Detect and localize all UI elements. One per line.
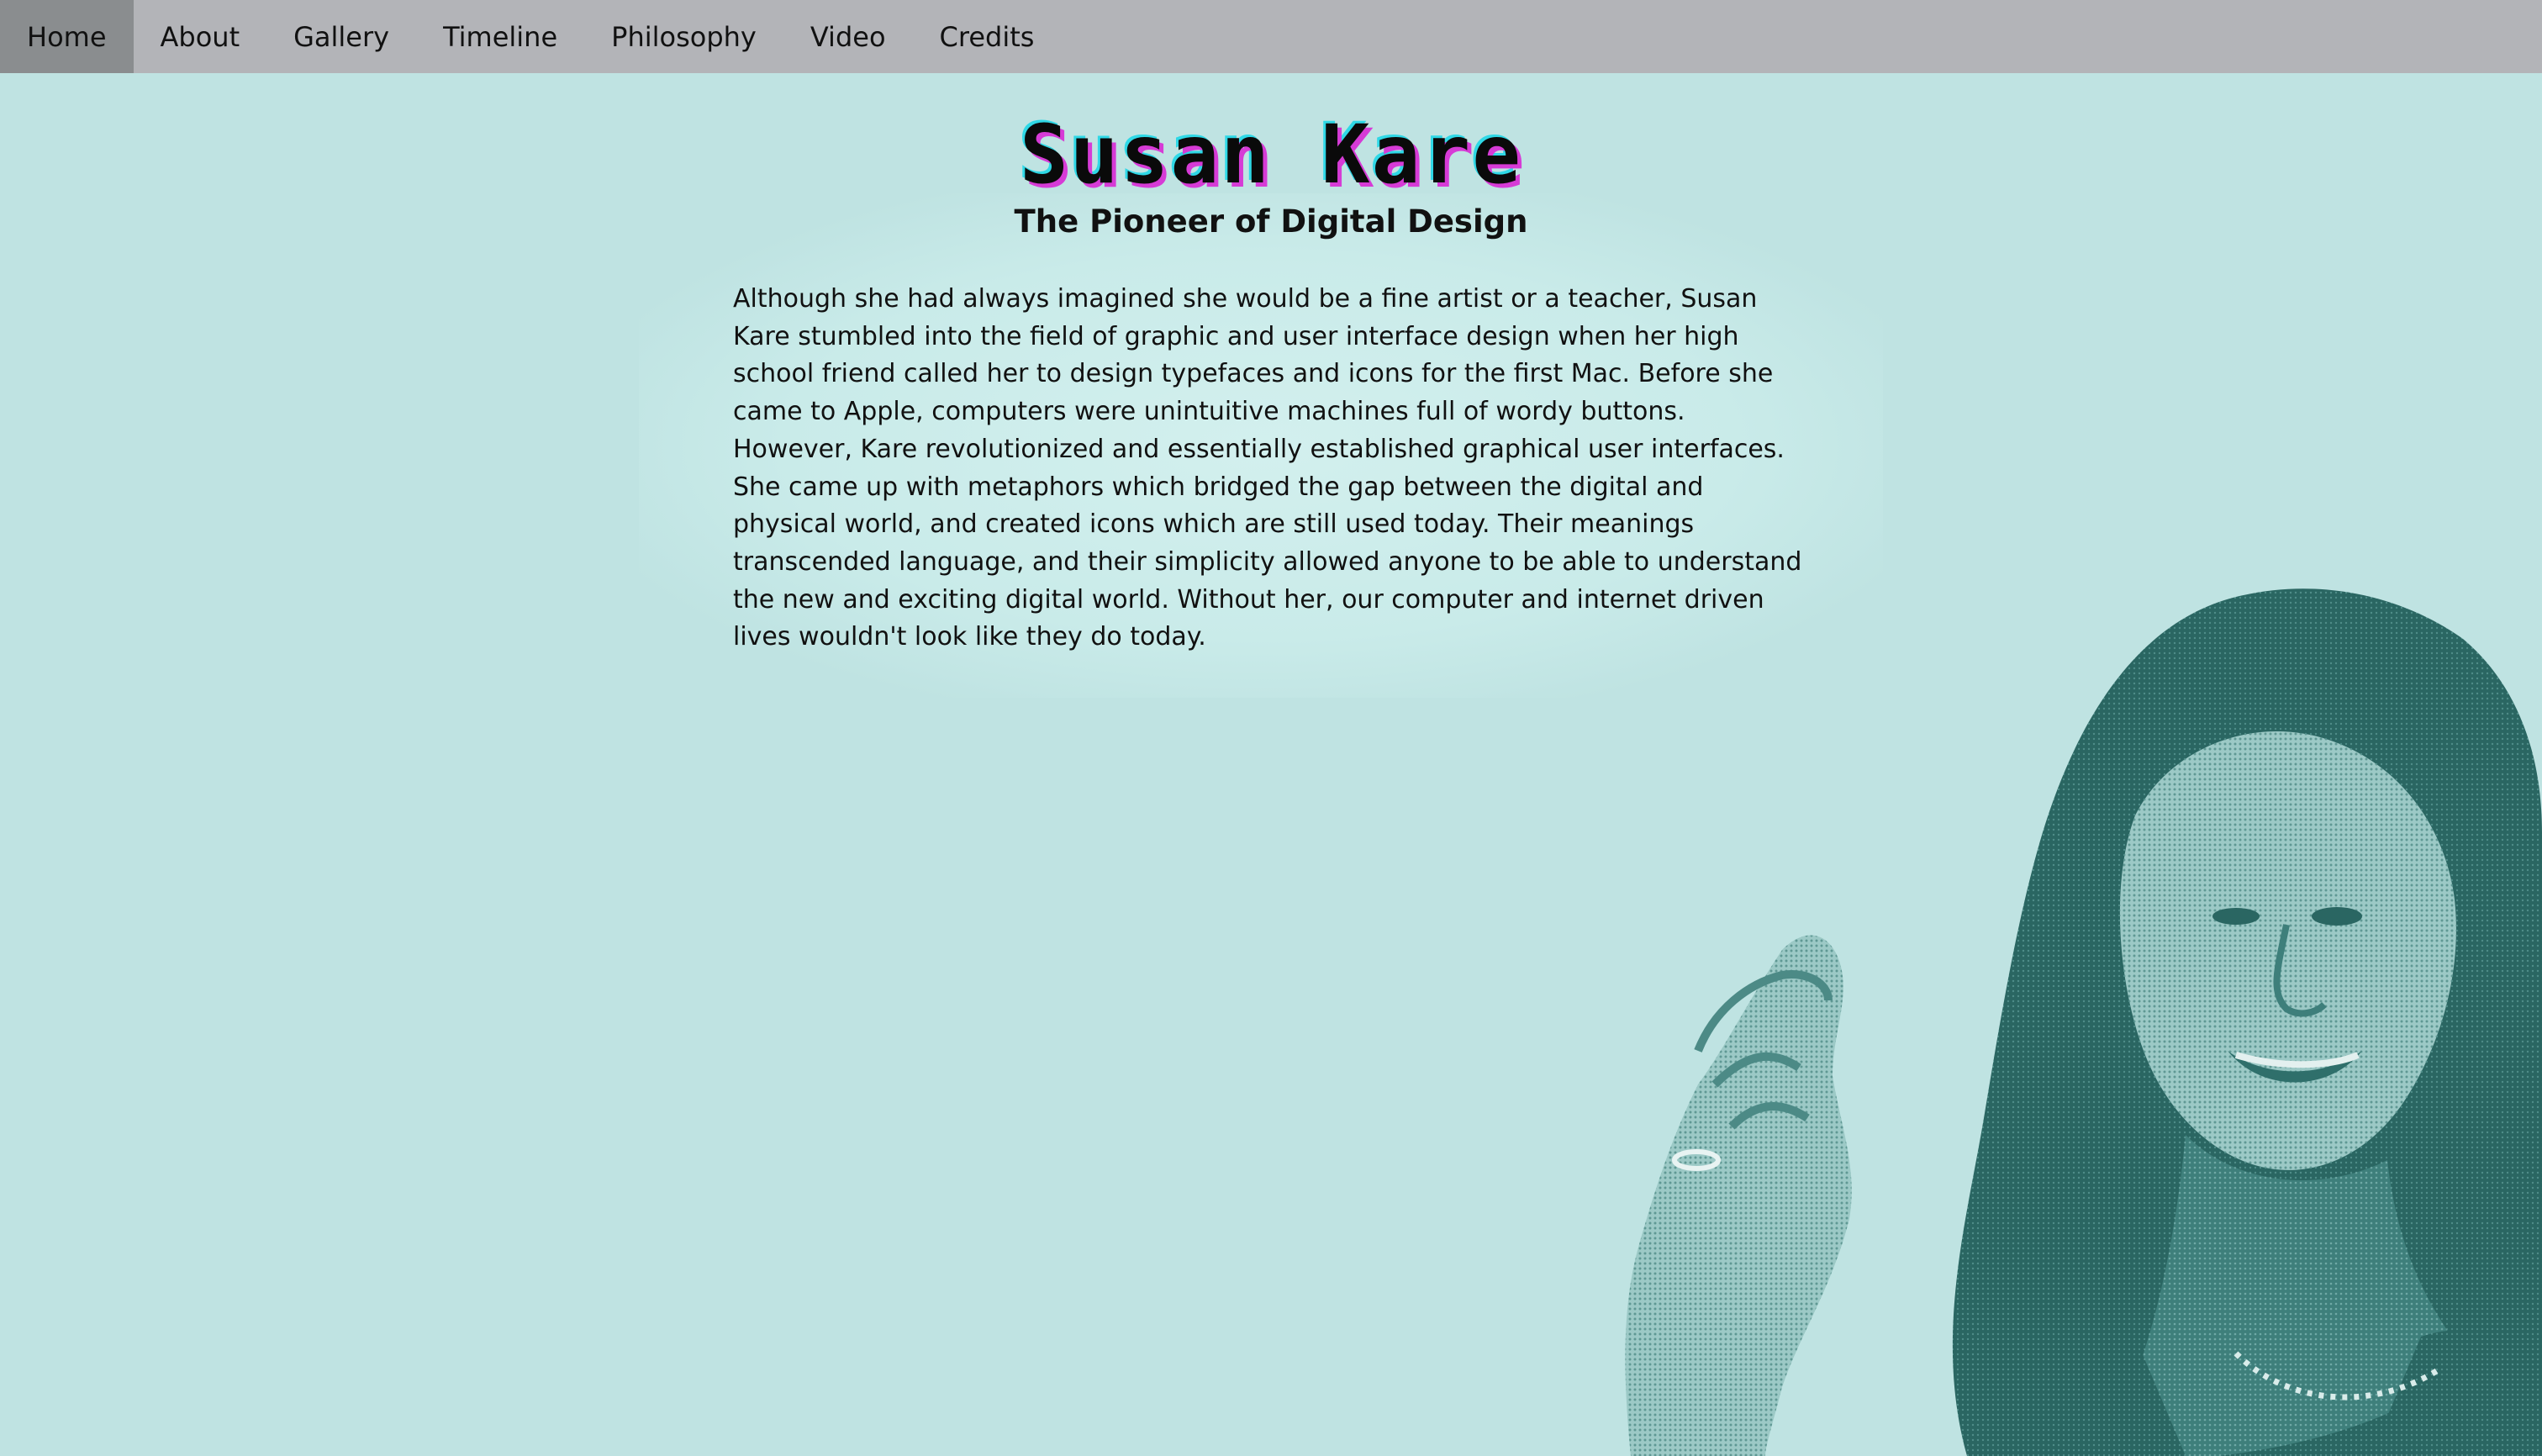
portrait-eye-left [2212, 908, 2260, 925]
nav-gallery[interactable]: Gallery [266, 0, 416, 73]
portrait-eye-right [2312, 907, 2362, 926]
nav-home[interactable]: Home [0, 0, 134, 73]
page-title: Susan Kare [1020, 108, 1522, 202]
page-subtitle: The Pioneer of Digital Design [1014, 203, 1528, 240]
nav-timeline[interactable]: Timeline [416, 0, 584, 73]
susan-kare-portrait-image [1625, 588, 2542, 1456]
top-navbar: Home About Gallery Timeline Philosophy V… [0, 0, 2542, 73]
nav-about[interactable]: About [134, 0, 267, 73]
portrait-hands [1625, 935, 1852, 1456]
nav-philosophy[interactable]: Philosophy [584, 0, 783, 73]
nav-credits[interactable]: Credits [913, 0, 1062, 73]
nav-video[interactable]: Video [783, 0, 913, 73]
